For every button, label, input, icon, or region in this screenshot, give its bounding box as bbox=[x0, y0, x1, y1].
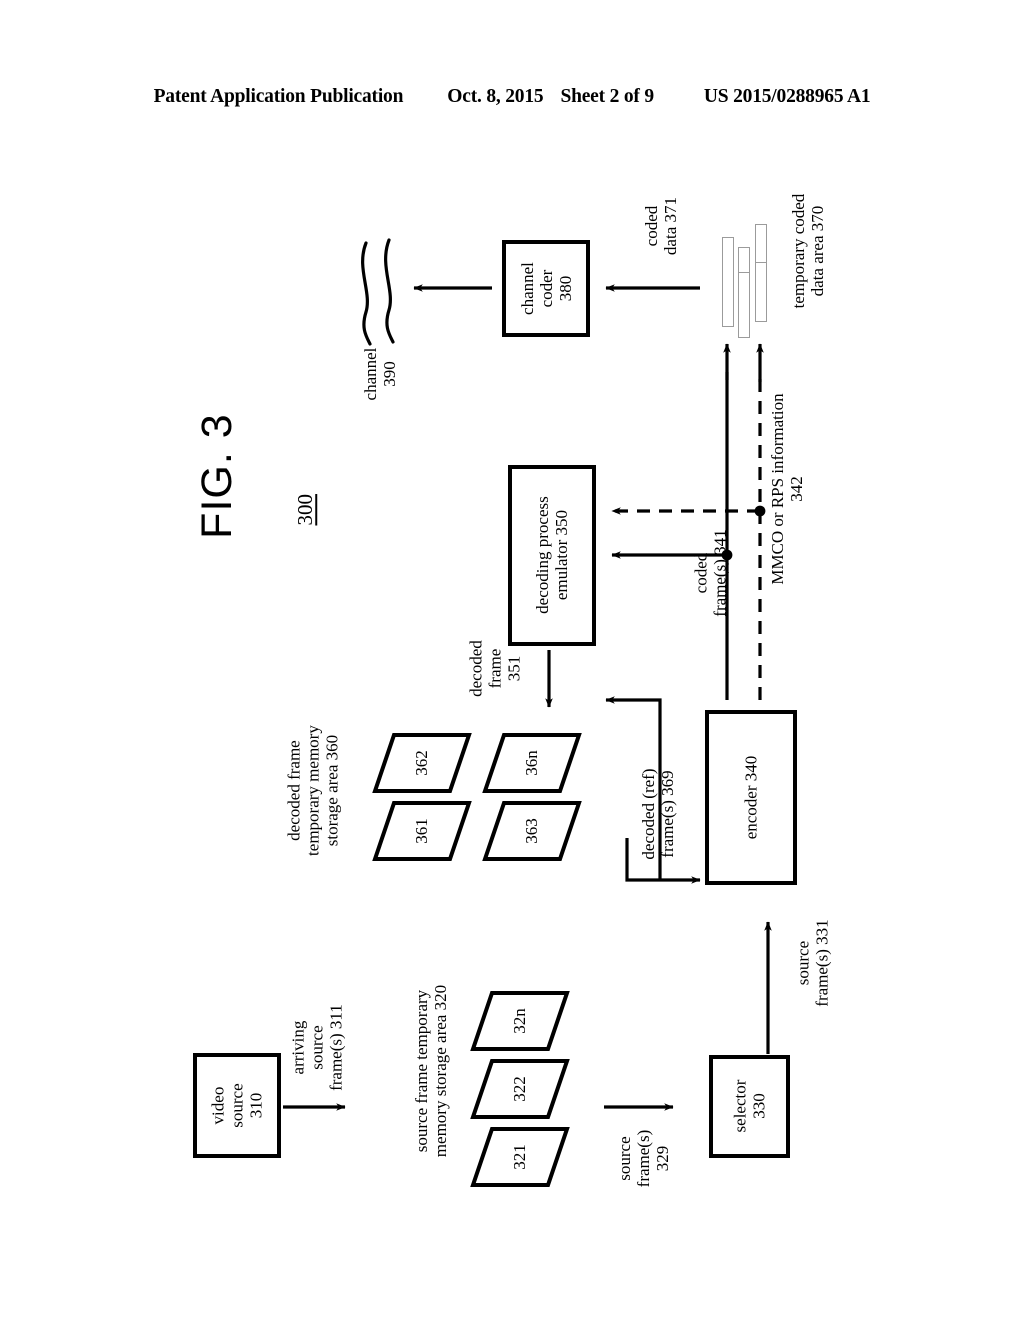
frame-buffer-source-32n[interactable]: 32n bbox=[470, 990, 570, 1052]
label-369-line2: frame(s) 369 bbox=[658, 770, 677, 858]
label-arriving-source-frames-311: arriving source frame(s) 311 bbox=[288, 993, 345, 1103]
label-source-frame-storage-area: source frame temporary memory storage ar… bbox=[412, 966, 450, 1176]
label-coded-data-371: coded data 371 bbox=[642, 171, 680, 281]
block-selector-label: selector 330 bbox=[730, 1080, 768, 1133]
label-source-area-line1: source frame temporary bbox=[411, 989, 431, 1153]
label-329-line1: source bbox=[614, 1136, 634, 1181]
block-selector-line2: 330 bbox=[749, 1093, 769, 1120]
label-311-line2: source bbox=[307, 1025, 327, 1070]
block-encoder-line1: encoder 340 bbox=[741, 755, 761, 840]
block-video-source-line3: 310 bbox=[246, 1092, 266, 1119]
label-371-line2: data 371 bbox=[661, 197, 680, 256]
block-decoding-emulator-line1: decoding process bbox=[532, 496, 552, 615]
label-311-line3: frame(s) 311 bbox=[326, 1004, 346, 1091]
block-channel-coder-line3: 380 bbox=[555, 275, 575, 302]
label-351-line3: 351 bbox=[504, 655, 524, 682]
block-channel-coder[interactable]: channel coder 380 bbox=[502, 240, 590, 337]
frame-buffer-source-321-label: 321 bbox=[510, 1144, 529, 1170]
frame-buffer-source-32n-label: 32n bbox=[510, 1008, 529, 1034]
frame-buffer-decoded-363-label: 363 bbox=[522, 818, 541, 844]
frame-buffer-decoded-36n-label: 36n bbox=[522, 750, 541, 776]
label-decoded-frame-351: decoded frame 351 bbox=[466, 624, 523, 714]
label-341-line2: frame(s) 341 bbox=[710, 529, 730, 617]
figure-3-diagram: FIG. 3 300 video source 310 selector 330… bbox=[0, 0, 1024, 1320]
label-329-line3: 329 bbox=[653, 1145, 673, 1172]
frame-buffer-decoded-363[interactable]: 363 bbox=[482, 800, 582, 862]
label-decoded-area-line3: storage area 360 bbox=[322, 734, 342, 847]
label-331-line2: frame(s) 331 bbox=[812, 919, 832, 1007]
block-video-source-line1: video bbox=[208, 1086, 228, 1125]
label-coded-frames-341: coded frame(s) 341 bbox=[691, 511, 729, 636]
label-decoded-ref-frames-369: decoded (ref) frame(s) 369 bbox=[639, 744, 677, 884]
label-390-line1: channel bbox=[360, 347, 380, 401]
label-coded-area-line1: temporary coded bbox=[788, 193, 808, 309]
block-selector-line1: selector bbox=[730, 1080, 750, 1133]
label-source-frames-329: source frame(s) 329 bbox=[615, 1106, 672, 1211]
label-342-line2: 342 bbox=[787, 476, 806, 502]
frame-buffer-source-321[interactable]: 321 bbox=[470, 1126, 570, 1188]
block-encoder[interactable]: encoder 340 bbox=[705, 710, 797, 885]
frame-buffer-decoded-361-label: 361 bbox=[412, 818, 431, 844]
block-decoding-process-emulator[interactable]: decoding process emulator 350 bbox=[508, 465, 596, 646]
label-decoded-frame-storage-area: decoded frame temporary memory storage a… bbox=[284, 696, 341, 886]
frame-buffer-source-322-label: 322 bbox=[510, 1076, 529, 1102]
block-channel-coder-label: channel coder 380 bbox=[517, 262, 574, 315]
label-source-frames-331: source frame(s) 331 bbox=[793, 901, 831, 1026]
junction-dot-mmco-rps-342 bbox=[754, 505, 766, 517]
frame-buffer-decoded-362[interactable]: 362 bbox=[372, 732, 472, 794]
label-342-line1: MMCO or RPS information bbox=[767, 393, 787, 585]
frame-buffer-decoded-361[interactable]: 361 bbox=[372, 800, 472, 862]
block-video-source-label: video source 310 bbox=[208, 1083, 265, 1127]
label-coded-area-line2: data area 370 bbox=[808, 205, 827, 297]
label-decoded-area-line1: decoded frame bbox=[284, 740, 304, 841]
frame-buffer-decoded-36n[interactable]: 36n bbox=[482, 732, 582, 794]
coded-data-segment-3 bbox=[738, 272, 750, 338]
block-decoding-process-emulator-label: decoding process emulator 350 bbox=[533, 497, 571, 615]
block-decoding-emulator-line2: emulator 350 bbox=[552, 510, 571, 601]
label-341-line1: coded bbox=[691, 552, 711, 594]
label-369-line1: decoded (ref) bbox=[638, 768, 658, 860]
frame-buffer-source-322[interactable]: 322 bbox=[470, 1058, 570, 1120]
label-331-line1: source bbox=[793, 940, 813, 986]
label-channel-390: channel 390 bbox=[361, 319, 399, 429]
block-encoder-label: encoder 340 bbox=[741, 756, 760, 840]
block-video-source[interactable]: video source 310 bbox=[193, 1053, 281, 1158]
label-temporary-coded-data-area: temporary coded data area 370 bbox=[789, 166, 827, 336]
label-decoded-area-line2: temporary memory bbox=[303, 725, 323, 856]
block-video-source-line2: source bbox=[227, 1083, 247, 1128]
label-351-line2: frame bbox=[485, 648, 505, 689]
block-channel-coder-line1: channel bbox=[517, 262, 537, 315]
frame-buffer-decoded-362-label: 362 bbox=[412, 750, 431, 776]
coded-data-segment-5 bbox=[755, 262, 767, 322]
label-mmco-rps-information-342: MMCO or RPS information 342 bbox=[768, 374, 806, 604]
block-channel-coder-line2: coder bbox=[536, 269, 556, 308]
label-351-line1: decoded bbox=[466, 640, 486, 697]
label-source-area-line2: memory storage area 320 bbox=[431, 984, 450, 1158]
label-371-line1: coded bbox=[641, 205, 661, 247]
block-selector[interactable]: selector 330 bbox=[709, 1055, 790, 1158]
label-311-line1: arriving bbox=[288, 1020, 308, 1075]
coded-data-segment-1 bbox=[722, 237, 734, 327]
label-390-line2: 390 bbox=[380, 361, 399, 387]
label-329-line2: frame(s) bbox=[633, 1129, 653, 1188]
